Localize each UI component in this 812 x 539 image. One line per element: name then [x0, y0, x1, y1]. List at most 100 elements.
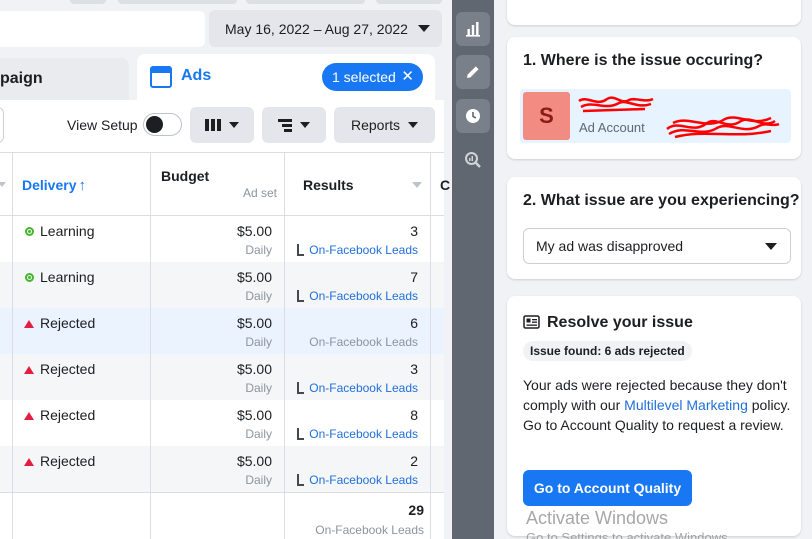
- budget-period: Daily: [245, 289, 272, 303]
- selected-count-label: 1 selected: [332, 69, 396, 85]
- rail-button-charts[interactable]: [456, 12, 490, 46]
- table-header: Delivery ↑ Budget Ad set Results C: [0, 153, 450, 216]
- resolve-issue-card: Resolve your issue Issue found: 6 ads re…: [507, 296, 801, 536]
- column-header-delivery[interactable]: Delivery ↑: [22, 177, 86, 194]
- rejected-warning-icon: [24, 366, 34, 374]
- issue-type-card: 2. What issue are you experiencing? My a…: [507, 177, 801, 279]
- toolbar-button-stub[interactable]: [0, 107, 4, 143]
- delivery-status: Rejected: [40, 453, 96, 469]
- budget-value: $5.00: [236, 269, 272, 285]
- learning-status-icon: [25, 273, 34, 282]
- ad-account-label: Ad Account: [579, 120, 645, 135]
- date-range-label: May 16, 2022 – Aug 27, 2022: [225, 20, 408, 37]
- clock-icon: [466, 109, 480, 123]
- rail-button-inspect[interactable]: [456, 143, 490, 177]
- table-row[interactable]: Learning $5.00 Daily 3 On-Facebook Leads: [0, 216, 444, 262]
- budget-period: Daily: [245, 381, 272, 395]
- status-badge: Issue found: 6 ads rejected: [523, 341, 692, 361]
- results-value: 2: [410, 453, 418, 469]
- rail-button-edit[interactable]: [456, 55, 490, 89]
- results-type[interactable]: On-Facebook Leads: [309, 473, 418, 487]
- learning-status-icon: [25, 227, 34, 236]
- search-field[interactable]: [0, 11, 205, 47]
- lead-icon: [297, 290, 304, 302]
- columns-button[interactable]: [190, 107, 254, 143]
- ads-manager-area: May 16, 2022 – Aug 27, 2022 paign Ads 1 …: [0, 0, 452, 539]
- chevron-down-icon: [229, 122, 239, 128]
- inspect-icon: [465, 152, 481, 168]
- tab-ads[interactable]: Ads 1 selected ✕: [137, 54, 435, 100]
- results-value: 8: [410, 407, 418, 423]
- sort-ascending-icon: ↑: [78, 177, 86, 194]
- results-type[interactable]: On-Facebook Leads: [309, 427, 418, 441]
- sort-caret-icon[interactable]: [412, 182, 422, 188]
- lead-icon: [297, 244, 304, 256]
- table-row[interactable]: Rejected $5.00 Daily 2 On-Facebook Leads: [0, 446, 444, 492]
- lead-icon: [297, 382, 304, 394]
- results-type: On-Facebook Leads: [309, 335, 418, 349]
- panel-card-top: [507, 0, 801, 25]
- table-row[interactable]: Learning $5.00 Daily 7 On-Facebook Leads: [0, 262, 444, 308]
- issue-location-card: 1. Where is the issue occuring? S Ad Acc…: [507, 37, 801, 159]
- lead-icon: [297, 428, 304, 440]
- table-row[interactable]: Rejected $5.00 Daily 3 On-Facebook Leads: [0, 354, 444, 400]
- chevron-down-icon: [408, 122, 419, 128]
- table-row[interactable]: Rejected $5.00 Daily 8 On-Facebook Leads: [0, 400, 444, 446]
- tab-campaigns[interactable]: paign: [0, 58, 129, 100]
- toggle-knob: [146, 116, 163, 133]
- budget-period: Daily: [245, 243, 272, 257]
- results-type[interactable]: On-Facebook Leads: [309, 381, 418, 395]
- column-header-cut[interactable]: C: [440, 177, 450, 193]
- activation-watermark: Activate Windows: [526, 508, 669, 528]
- rejected-warning-icon: [24, 458, 34, 466]
- policy-link[interactable]: Multilevel Marketing: [624, 397, 748, 413]
- view-setup-toggle[interactable]: [143, 113, 182, 136]
- results-value: 3: [410, 223, 418, 239]
- side-tool-rail: [452, 0, 494, 539]
- delivery-status: Learning: [40, 223, 95, 239]
- reports-button[interactable]: Reports: [334, 107, 435, 143]
- lead-icon: [297, 474, 304, 486]
- selected-count-pill[interactable]: 1 selected ✕: [322, 63, 423, 91]
- news-feed-icon: [523, 315, 540, 329]
- columns-icon: [205, 119, 221, 131]
- chevron-down-icon: [418, 25, 430, 32]
- budget-period: Daily: [245, 473, 272, 487]
- avatar: S: [523, 92, 570, 140]
- total-results-label: On-Facebook Leads: [315, 523, 424, 537]
- go-to-account-quality-button[interactable]: Go to Account Quality: [523, 470, 692, 506]
- results-value: 6: [410, 315, 418, 331]
- breakdown-icon: [278, 118, 292, 132]
- budget-period: Daily: [245, 427, 272, 441]
- column-header-results[interactable]: Results: [303, 177, 354, 193]
- date-range-picker[interactable]: May 16, 2022 – Aug 27, 2022: [209, 10, 442, 47]
- ads-table: Learning $5.00 Daily 3 On-Facebook Leads Lear…: [0, 152, 450, 539]
- budget-value: $5.00: [236, 453, 272, 469]
- sort-caret-icon[interactable]: [0, 182, 6, 187]
- top-toolbar-stub: [118, 0, 237, 4]
- reports-label: Reports: [350, 117, 401, 133]
- delivery-status: Rejected: [40, 361, 96, 377]
- column-header-budget[interactable]: Budget: [161, 168, 209, 184]
- breakdown-button[interactable]: [262, 107, 326, 143]
- ad-account-option[interactable]: S Ad Account: [520, 89, 791, 143]
- results-value: 7: [410, 269, 418, 285]
- delivery-status: Rejected: [40, 315, 96, 331]
- budget-value: $5.00: [236, 315, 272, 331]
- issue-type-select[interactable]: My ad was disapproved: [523, 228, 791, 264]
- rail-button-history[interactable]: [456, 99, 490, 133]
- results-type[interactable]: On-Facebook Leads: [309, 243, 418, 257]
- ads-icon: [150, 66, 172, 88]
- table-row[interactable]: Rejected $5.00 Daily 6 On-Facebook Leads: [0, 308, 444, 354]
- issue-type-selected: My ad was disapproved: [536, 238, 684, 254]
- rejected-warning-icon: [24, 320, 34, 328]
- support-panel: 1. Where is the issue occuring? S Ad Acc…: [494, 0, 812, 539]
- delivery-status: Rejected: [40, 407, 96, 423]
- results-type[interactable]: On-Facebook Leads: [309, 289, 418, 303]
- close-icon[interactable]: ✕: [401, 67, 414, 85]
- rejected-warning-icon: [24, 412, 34, 420]
- results-value: 3: [410, 361, 418, 377]
- budget-value: $5.00: [236, 223, 272, 239]
- top-toolbar-stub: [376, 0, 442, 4]
- table-toolbar: View Setup Reports: [0, 100, 444, 152]
